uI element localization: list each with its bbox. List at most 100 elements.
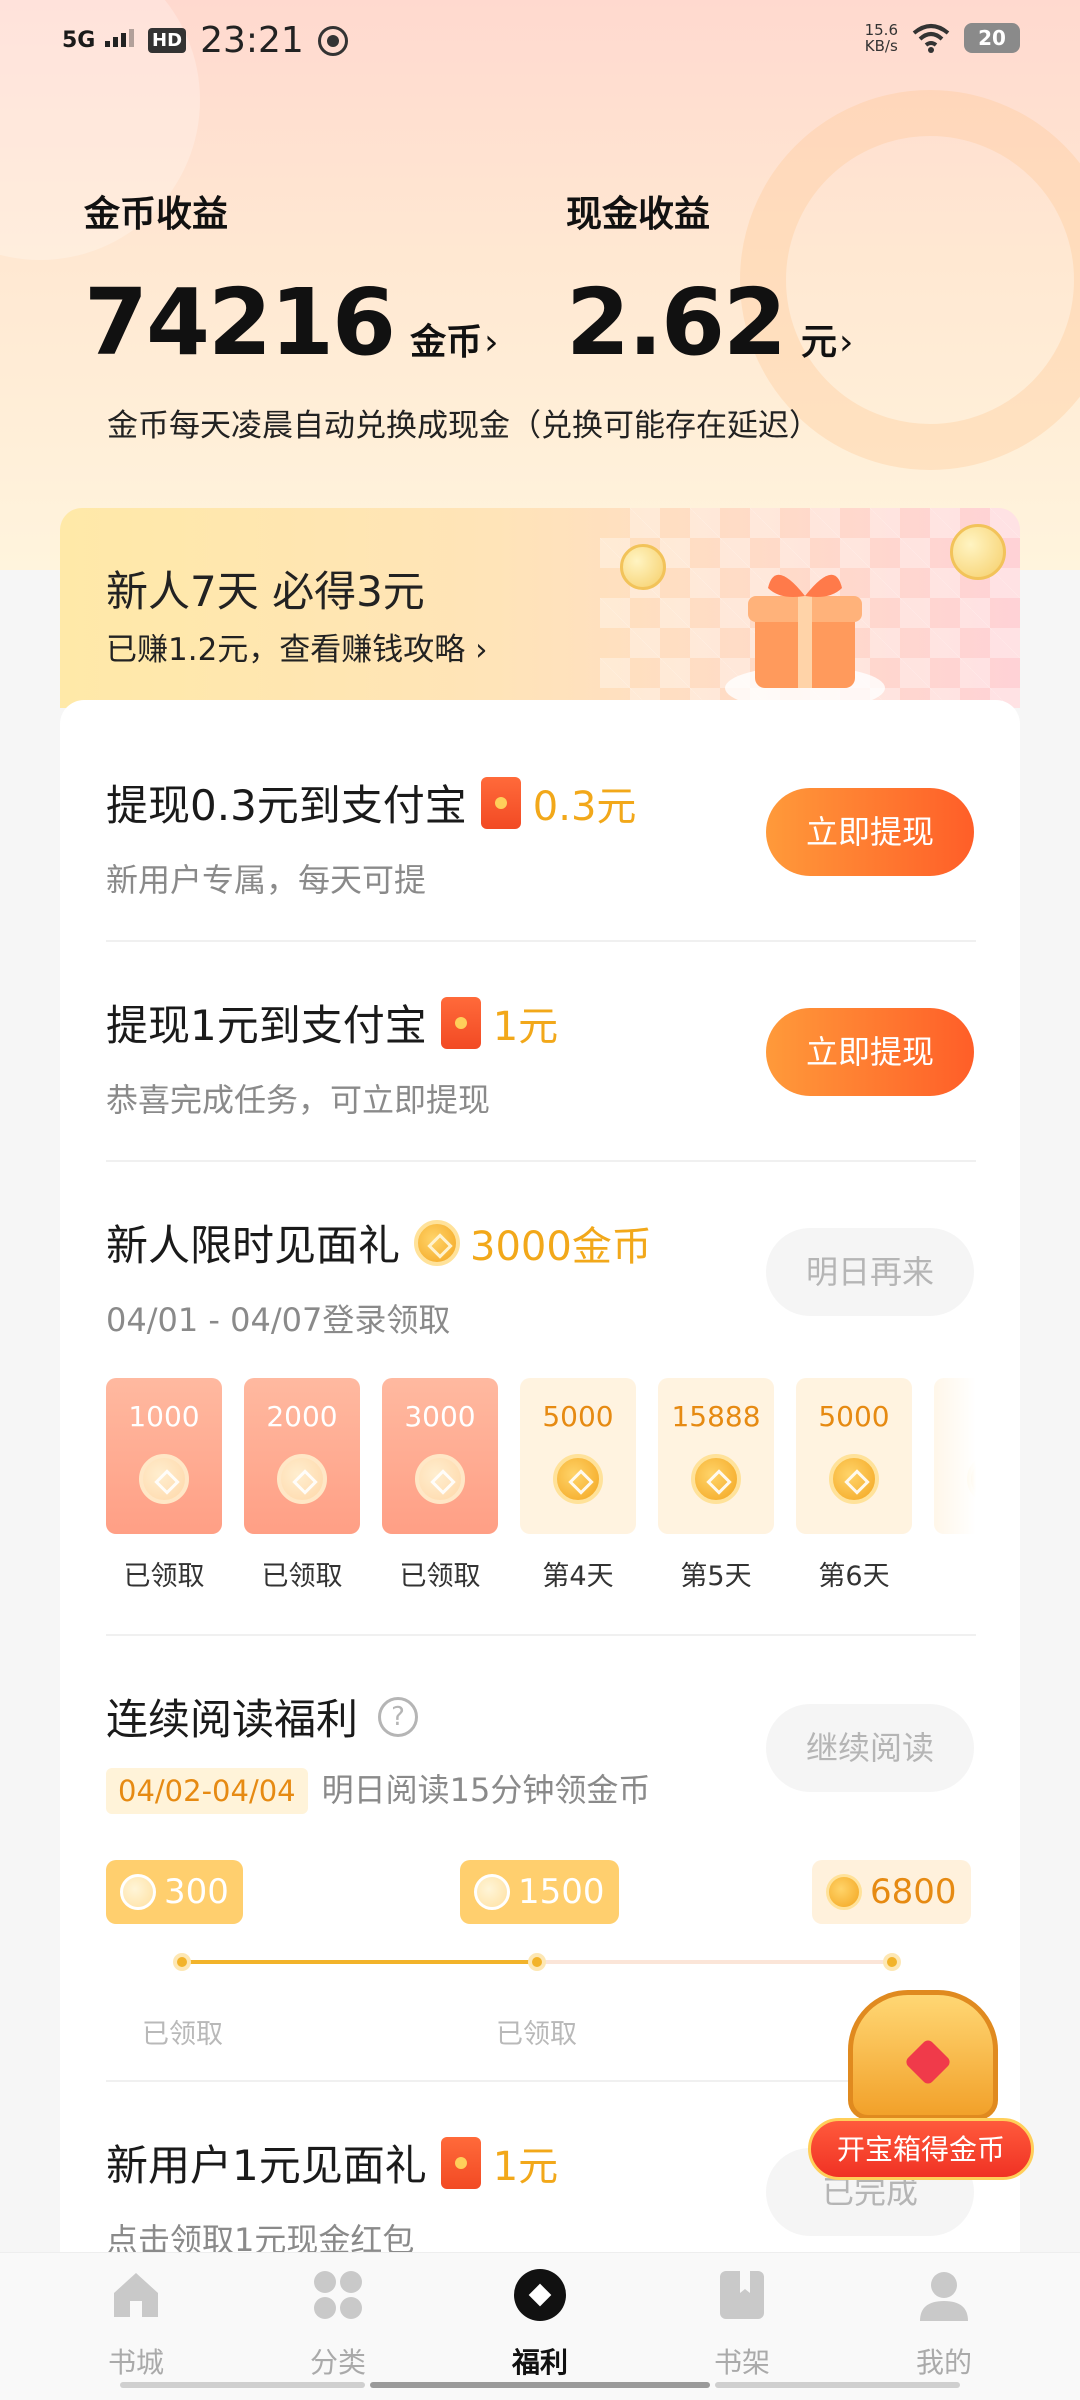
coin-icon bbox=[553, 1454, 603, 1504]
network-indicator: 5G bbox=[62, 28, 135, 53]
tab-label: 分类 bbox=[309, 2346, 366, 2379]
tab-label: 我的 bbox=[915, 2346, 972, 2379]
status-bar: 5G HD 23:21 15.6 KB/s 20 bbox=[0, 0, 1080, 86]
day-amount: 1000 bbox=[128, 1400, 200, 1433]
gesture-bar bbox=[0, 2382, 1080, 2390]
task-title: 新用户1元见面礼 bbox=[106, 2141, 427, 2190]
tab-welfare[interactable]: 福利 bbox=[470, 2267, 610, 2381]
divider bbox=[106, 1634, 976, 1636]
coin-icon bbox=[277, 1454, 327, 1504]
category-icon bbox=[314, 2271, 362, 2319]
task-title: 新人限时见面礼 bbox=[106, 1221, 401, 1270]
coin-earnings-label: 金币收益 bbox=[84, 194, 229, 235]
withdraw-button[interactable]: 立即提现 bbox=[766, 1008, 974, 1096]
milestone-reward: 300 bbox=[106, 1860, 243, 1924]
red-packet-icon bbox=[440, 996, 481, 1049]
day-label: 已领取 bbox=[399, 1561, 481, 1592]
withdraw-button[interactable]: 立即提现 bbox=[766, 788, 974, 876]
network-speed-unit: KB/s bbox=[864, 37, 898, 55]
divider bbox=[106, 1160, 976, 1162]
coin-icon bbox=[139, 1454, 189, 1504]
tab-bookstore[interactable]: 书城 bbox=[66, 2267, 206, 2381]
continue-reading-button[interactable]: 继续阅读 bbox=[766, 1704, 974, 1792]
banner-subtitle-link[interactable]: 已赚1.2元，查看赚钱攻略 › bbox=[106, 624, 488, 669]
task-reward: 1元 bbox=[492, 1003, 559, 1050]
day-reward[interactable]: 5000 第6天 bbox=[796, 1378, 912, 1593]
tab-category[interactable]: 分类 bbox=[268, 2267, 408, 2381]
task-title: 连续阅读福利 bbox=[106, 1695, 359, 1744]
banner-title: 新人7天 必得3元 bbox=[106, 567, 425, 616]
day-label: 已领取 bbox=[123, 1561, 205, 1592]
task-title: 提现1元到支付宝 bbox=[106, 1001, 427, 1050]
coin-icon bbox=[691, 1454, 741, 1504]
coin-icon bbox=[414, 1219, 461, 1266]
tab-label: 书城 bbox=[107, 2346, 164, 2379]
red-packet-icon bbox=[440, 2136, 481, 2189]
progress-fill bbox=[182, 1960, 537, 1964]
cash-unit: 元 bbox=[801, 322, 838, 363]
coin-icon bbox=[474, 1874, 510, 1910]
newbie-banner[interactable]: 新人7天 必得3元 已赚1.2元，查看赚钱攻略 › bbox=[60, 508, 1020, 708]
milestone-reward: 1500 bbox=[460, 1860, 619, 1924]
tab-label: 福利 bbox=[511, 2346, 568, 2379]
day-amount: 15888 bbox=[671, 1400, 761, 1433]
coin-earnings-value: 74216 bbox=[84, 269, 396, 376]
clock: 23:21 bbox=[200, 20, 304, 61]
coin-icon bbox=[829, 1454, 879, 1504]
heart-icon bbox=[903, 2037, 953, 2087]
treasure-chest-icon bbox=[848, 1990, 998, 2120]
login-reward-days[interactable]: 1000 已领取 2000 已领取 3000 已领取 5000 第4天 1588… bbox=[106, 1378, 976, 1598]
day-label: 第6天 bbox=[818, 1561, 890, 1592]
signal-icon bbox=[105, 29, 135, 47]
coin-decoration bbox=[950, 524, 1006, 580]
task-subtitle: 明日阅读15分钟领金币 bbox=[321, 1771, 651, 1809]
milestone-amount: 1500 bbox=[518, 1872, 605, 1912]
network-type: 5G bbox=[62, 28, 96, 53]
notification-app-icon bbox=[317, 25, 348, 56]
wifi-icon bbox=[912, 24, 950, 53]
milestone-amount: 6800 bbox=[870, 1872, 957, 1912]
day-reward[interactable]: 1000 已领取 bbox=[106, 1378, 222, 1593]
gift-box-icon bbox=[725, 574, 885, 708]
task-reward: 0.3元 bbox=[532, 783, 637, 830]
day-reward[interactable]: 3000 已领取 bbox=[382, 1378, 498, 1593]
help-icon[interactable]: ? bbox=[378, 1696, 419, 1737]
network-speed-value: 15.6 bbox=[864, 21, 898, 39]
tab-profile[interactable]: 我的 bbox=[874, 2267, 1014, 2381]
hd-badge: HD bbox=[148, 28, 187, 53]
coin-icon bbox=[120, 1874, 156, 1910]
treasure-chest-widget[interactable]: 开宝箱得金币 bbox=[808, 1990, 1034, 2190]
progress-dot bbox=[528, 1953, 546, 1971]
chevron-right-icon: › bbox=[484, 322, 499, 363]
profile-icon bbox=[920, 2272, 968, 2321]
home-icon bbox=[114, 2273, 158, 2317]
day-amount: 3000 bbox=[404, 1400, 476, 1433]
bottom-tab-bar: 书城 分类 福利 书架 我的 bbox=[0, 2252, 1080, 2400]
coin-icon bbox=[826, 1874, 862, 1910]
day-reward[interactable]: 5000 第4天 bbox=[520, 1378, 636, 1593]
coin-decoration bbox=[620, 544, 666, 590]
progress-dot bbox=[883, 1953, 901, 1971]
task-reward: 1元 bbox=[492, 2143, 559, 2190]
date-range-tag: 04/02-04/04 bbox=[106, 1768, 308, 1814]
coin-icon bbox=[415, 1454, 465, 1504]
exchange-note: 金币每天凌晨自动兑换成现金（兑换可能存在延迟） bbox=[107, 408, 820, 444]
day-reward[interactable]: 15888 第5天 bbox=[658, 1378, 774, 1593]
network-speed: 15.6 KB/s bbox=[865, 22, 898, 54]
task-title: 提现0.3元到支付宝 bbox=[106, 781, 467, 830]
cash-earnings[interactable]: 现金收益 2.62 元 › bbox=[566, 185, 853, 369]
day-label: 第4天 bbox=[542, 1561, 614, 1592]
milestone-status: 已领取 bbox=[142, 2019, 223, 2050]
tab-label: 书架 bbox=[713, 2346, 770, 2379]
coin-unit: 金币 bbox=[410, 322, 483, 363]
coin-earnings[interactable]: 金币收益 74216 金币 › bbox=[84, 185, 499, 369]
day-reward[interactable]: 2000 已领取 bbox=[244, 1378, 360, 1593]
open-treasure-button[interactable]: 开宝箱得金币 bbox=[808, 2118, 1034, 2180]
come-back-tomorrow-button[interactable]: 明日再来 bbox=[766, 1228, 974, 1316]
cash-earnings-label: 现金收益 bbox=[566, 194, 711, 235]
progress-dot bbox=[173, 1953, 191, 1971]
tab-bookshelf[interactable]: 书架 bbox=[672, 2267, 812, 2381]
red-packet-icon bbox=[480, 776, 521, 829]
day-amount: 5000 bbox=[818, 1400, 890, 1433]
battery-indicator: 20 bbox=[964, 23, 1020, 53]
